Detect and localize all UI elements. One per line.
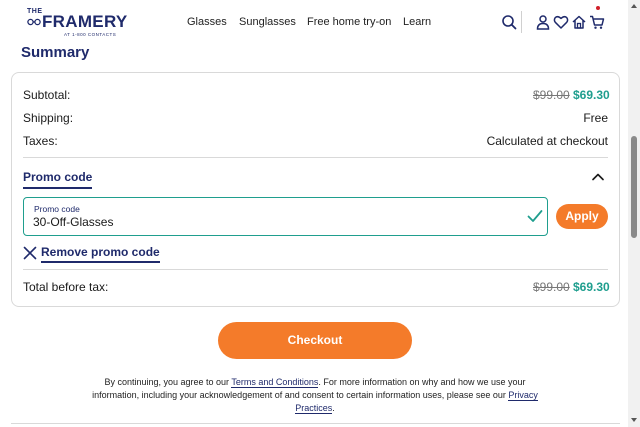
legal-text-1: By continuing, you agree to our [104,377,232,387]
legal-disclaimer: By continuing, you agree to our Terms an… [90,376,540,415]
promo-code-field-label: Promo code [34,204,80,214]
scroll-down-arrow-icon[interactable] [631,418,637,422]
shipping-value: Free [583,111,608,125]
divider [23,157,608,158]
cart-icon[interactable] [589,14,605,30]
chevron-up-icon[interactable] [592,171,604,183]
scrollbar-thumb[interactable] [631,136,637,238]
nav-sunglasses[interactable]: Sunglasses [239,16,296,28]
promo-code-input[interactable] [33,215,513,229]
heart-icon[interactable] [553,14,569,30]
order-summary-card: Subtotal: $99.00 $69.30 Shipping: Free T… [11,72,620,307]
legal-text-3: . [332,403,335,413]
subtotal-original-price: $99.00 [533,88,570,102]
taxes-value: Calculated at checkout [486,134,608,148]
header-divider [521,11,522,33]
total-before-tax-label: Total before tax: [23,280,109,294]
logo-subtitle: AT 1-800 CONTACTS [64,32,117,37]
terms-and-conditions-link[interactable]: Terms and Conditions [231,377,319,388]
close-icon[interactable] [23,246,37,260]
nav-learn[interactable]: Learn [403,16,431,28]
logo-brand: FRAMERY [42,12,128,31]
summary-title: Summary [21,44,90,61]
shipping-label: Shipping: [23,111,74,125]
home-icon[interactable] [571,14,587,30]
search-icon[interactable] [501,14,517,30]
apply-promo-button[interactable]: Apply [556,204,608,229]
page-scrollbar[interactable] [628,0,640,427]
nav-free-home-try-on[interactable]: Free home try-on [307,16,391,28]
divider [23,269,608,270]
glasses-logo-icon [27,18,41,26]
taxes-label: Taxes: [23,134,58,148]
logo-the: THE [27,8,43,15]
promo-code-toggle[interactable]: Promo code [23,170,93,189]
account-icon[interactable] [535,14,551,30]
divider [11,423,620,424]
total-price: $69.30 [573,280,610,294]
subtotal-price: $69.30 [573,88,610,102]
checkout-button[interactable]: Checkout [218,322,412,359]
nav-glasses[interactable]: Glasses [187,16,227,28]
total-original-price: $99.00 [533,280,570,294]
site-header: THE FRAMERY AT 1-800 CONTACTS Glasses Su… [0,0,628,44]
cart-notification-dot [596,6,600,10]
scroll-up-arrow-icon[interactable] [631,4,637,8]
remove-promo-code-link[interactable]: Remove promo code [41,245,160,263]
subtotal-label: Subtotal: [23,88,71,102]
framery-logo[interactable]: THE FRAMERY AT 1-800 CONTACTS [27,8,127,38]
check-icon [527,210,543,222]
promo-code-field[interactable]: Promo code [23,197,548,236]
